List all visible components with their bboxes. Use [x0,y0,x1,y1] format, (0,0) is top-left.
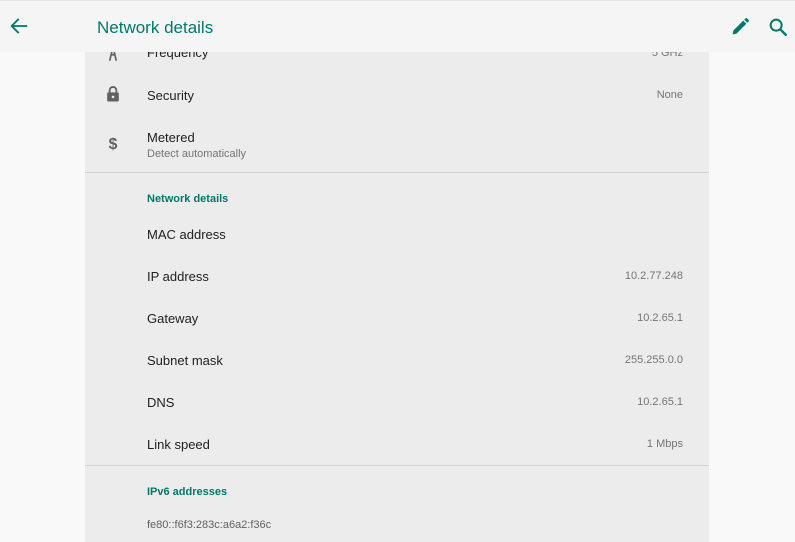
ipv6-header: IPv6 addresses [147,486,228,498]
link-speed-row[interactable]: Link speed 1 Mbps [85,430,709,460]
lock-icon [107,86,119,102]
svg-text:$: $ [109,136,118,153]
mac-address-label: MAC address [147,227,226,242]
subnet-mask-label: Subnet mask [147,353,223,368]
gateway-value: 10.2.65.1 [637,312,683,324]
section-divider [85,465,709,466]
dns-value: 10.2.65.1 [637,396,683,408]
gateway-row[interactable]: Gateway 10.2.65.1 [85,304,709,334]
security-row[interactable]: Security None [85,80,709,112]
metered-label: Metered [147,130,195,145]
ipv6-address[interactable]: fe80::f6f3:283c:a6a2:f36c [147,519,271,531]
arrow-back-icon[interactable] [8,15,30,37]
subnet-mask-row[interactable]: Subnet mask 255.255.0.0 [85,346,709,376]
link-speed-label: Link speed [147,437,210,452]
ip-address-label: IP address [147,269,209,284]
link-speed-value: 1 Mbps [646,438,683,450]
ip-address-value: 10.2.77.248 [624,270,683,282]
pencil-icon[interactable] [729,16,751,38]
metered-row[interactable]: $ Metered Detect automatically [85,124,709,168]
dollar-icon: $ [109,136,118,153]
security-label: Security [147,88,194,103]
settings-card: Frequency 5 GHz Security None $ Metered … [85,0,709,542]
section-divider [85,172,709,173]
gateway-label: Gateway [147,311,199,326]
network-details-header: Network details [147,193,229,205]
subnet-mask-value: 255.255.0.0 [624,354,683,366]
metered-subtitle: Detect automatically [147,148,247,160]
dns-label: DNS [147,395,175,410]
app-bar: Network details [0,0,795,52]
dns-row[interactable]: DNS 10.2.65.1 [85,388,709,418]
ip-address-row[interactable]: IP address 10.2.77.248 [85,262,709,292]
page-title: Network details [97,18,214,37]
search-icon[interactable] [767,16,789,38]
mac-address-row[interactable]: MAC address [85,220,709,250]
security-value: None [656,89,683,101]
